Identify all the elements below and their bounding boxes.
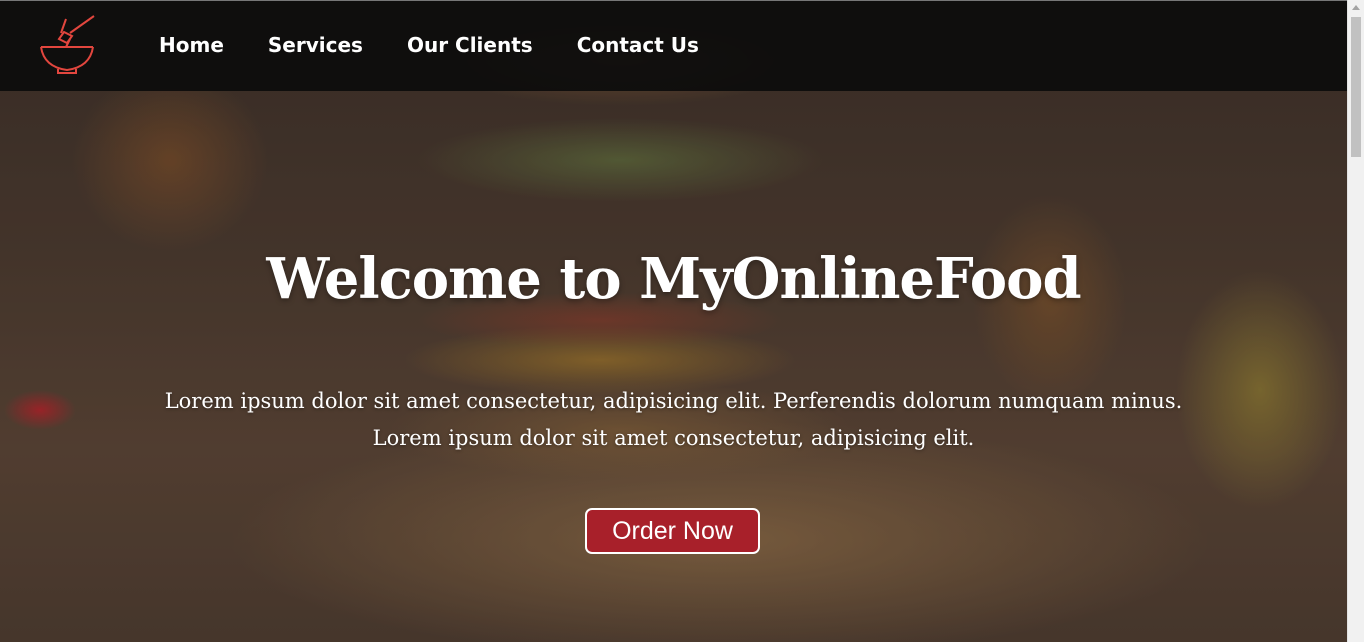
nav-link-contact-us[interactable]: Contact Us <box>577 31 699 59</box>
nav-menu: Home Services Our Clients Contact Us <box>159 31 743 59</box>
scroll-up-arrow-icon[interactable] <box>1352 5 1360 10</box>
hero-description-line-1: Lorem ipsum dolor sit amet consectetur, … <box>164 389 1183 413</box>
navbar: Home Services Our Clients Contact Us <box>0 0 1347 91</box>
hero-title: Welcome to MyOnlineFood <box>266 246 1081 312</box>
hero-description: Lorem ipsum dolor sit amet consectetur, … <box>160 383 1187 457</box>
order-now-button[interactable]: Order Now <box>585 508 760 554</box>
food-bowl-icon[interactable] <box>36 13 98 75</box>
hero-description-line-2: Lorem ipsum dolor sit amet consectetur, … <box>372 426 975 450</box>
vertical-scrollbar[interactable] <box>1347 0 1364 642</box>
page: Home Services Our Clients Contact Us Wel… <box>0 0 1364 642</box>
scrollbar-thumb[interactable] <box>1351 17 1361 157</box>
nav-link-home[interactable]: Home <box>159 31 224 59</box>
nav-link-services[interactable]: Services <box>268 31 363 59</box>
hero-section: Welcome to MyOnlineFood Lorem ipsum dolo… <box>0 91 1347 642</box>
nav-link-our-clients[interactable]: Our Clients <box>407 31 533 59</box>
